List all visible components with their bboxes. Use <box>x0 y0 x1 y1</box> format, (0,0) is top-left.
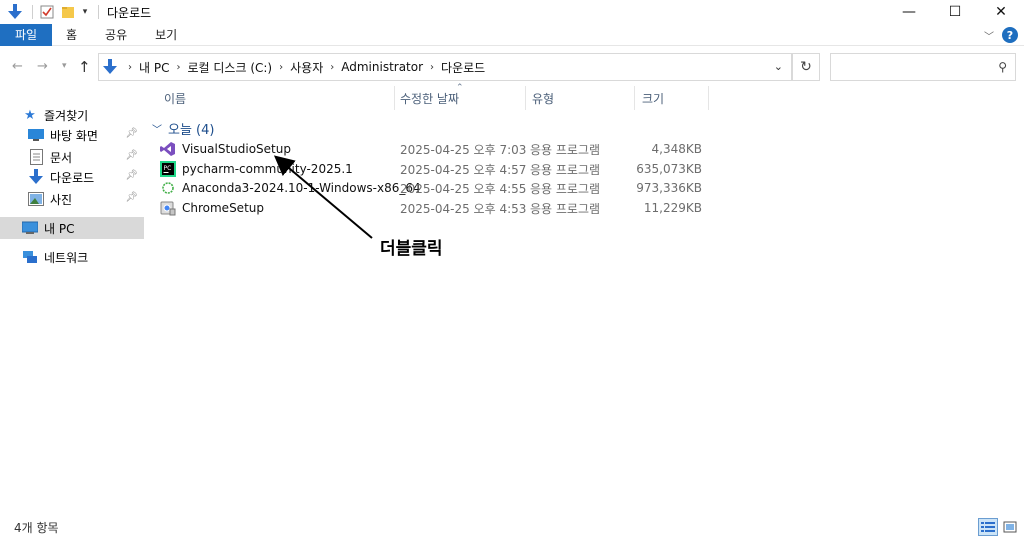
annotation-arrow <box>273 155 373 239</box>
details-view-button[interactable] <box>978 518 998 536</box>
view-switcher <box>976 518 1020 536</box>
item-count: 4개 항목 <box>14 520 59 535</box>
file-explorer-window: ▾ 다운로드 — ☐ ✕ 파일 홈 공유 보기 ﹀ ? ← → ▾ ↑ › 내 … <box>0 0 1024 538</box>
large-icons-view-icon <box>1003 521 1017 533</box>
status-bar: 4개 항목 <box>0 516 1024 538</box>
details-view-icon <box>981 522 995 532</box>
large-icons-view-button[interactable] <box>1000 518 1020 536</box>
annotation-label: 더블클릭 <box>380 239 443 259</box>
